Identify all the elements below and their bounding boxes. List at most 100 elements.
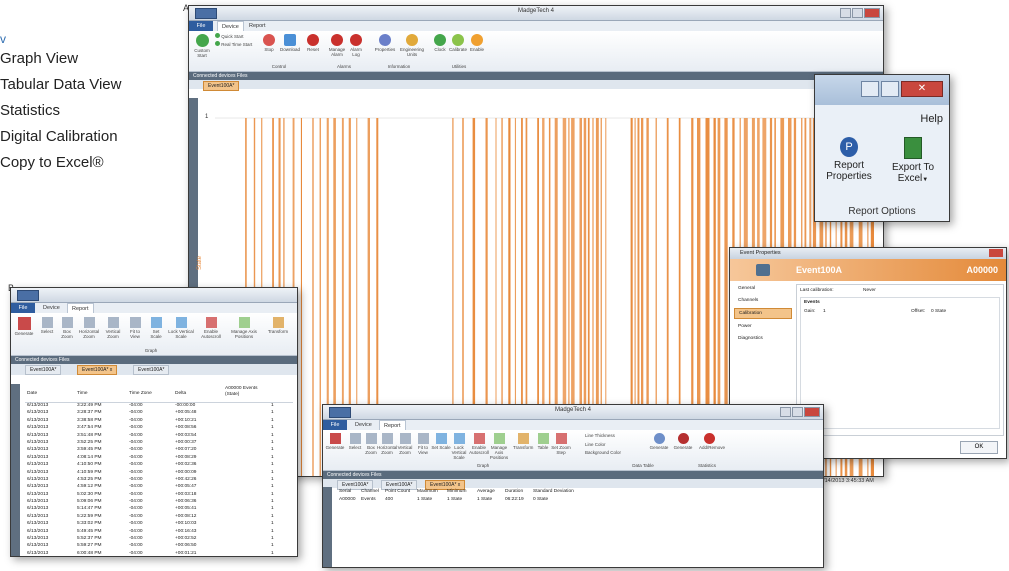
report-properties-button[interactable]: P Report Properties xyxy=(821,137,877,182)
table-row[interactable]: 6/13/2013 5:49:45 PM -04:00 +00:16:43 1 xyxy=(25,529,293,536)
connected-devices-bar[interactable]: Connected devices Files xyxy=(189,72,883,80)
stats-connected-devices-bar[interactable]: Connected devices Files xyxy=(323,471,823,479)
tabular-horizontal-zoom-button[interactable]: Horizontal Zoom xyxy=(78,317,100,339)
table-row[interactable]: 6/13/2013 3:28:37 PM -04:00 +00:05:48 1 xyxy=(25,410,293,417)
stats-ribbon-button-3[interactable]: Horizontal Zoom xyxy=(377,433,397,455)
popup-minimize-button[interactable] xyxy=(861,81,879,97)
table-row[interactable]: 6/13/2013 4:10:50 PM -04:00 +00:02:36 1 xyxy=(25,462,293,469)
nav-power[interactable]: Power xyxy=(734,322,792,331)
stats-column-header-3[interactable]: Maximum xyxy=(417,489,438,494)
enable-button[interactable]: Enable xyxy=(469,34,485,52)
stats-column-header-4[interactable]: Minimum xyxy=(447,489,466,494)
stats-ribbon-button-10[interactable]: Transform xyxy=(513,433,533,450)
stats-ribbon-button-16[interactable]: Generate xyxy=(649,433,669,450)
stats-ribbon-button-13[interactable]: Line Thickness xyxy=(585,433,635,438)
event-props-close-button[interactable] xyxy=(989,249,1003,257)
nav-general[interactable]: General xyxy=(734,284,792,293)
table-row[interactable]: 6/13/2013 4:08:14 PM -04:00 +00:08:29 1 xyxy=(25,455,293,462)
stats-row[interactable]: A00000 Events 400 1 State 1 State 1 State 06:2… xyxy=(337,497,817,505)
popup-maximize-button[interactable] xyxy=(881,81,899,97)
alarm-log-button[interactable]: Alarm Log xyxy=(347,34,365,57)
tabular-side-panel[interactable] xyxy=(11,384,20,556)
column-header-delta[interactable]: Delta xyxy=(175,391,186,396)
tabular-select-button[interactable]: Select xyxy=(38,317,56,334)
table-row[interactable]: 6/13/2013 3:52:25 PM -04:00 +00:00:37 1 xyxy=(25,440,293,447)
tabular-fit-to-view-button[interactable]: Fit to View xyxy=(126,317,144,339)
stats-column-header-6[interactable]: Duration xyxy=(505,489,523,494)
table-row[interactable]: 6/13/2013 3:38:58 PM -04:00 +00:10:21 1 xyxy=(25,418,293,425)
clock-button[interactable]: Clock xyxy=(433,34,447,52)
tabular-manage-axis-button[interactable]: Manage Axis Positions xyxy=(228,317,260,339)
tabular-tab-file[interactable]: File xyxy=(11,303,35,313)
column-header-date[interactable]: Date xyxy=(27,391,37,396)
table-row[interactable]: 6/13/2013 5:52:37 PM -04:00 +00:02:52 1 xyxy=(25,536,293,543)
nav-diagnostics[interactable]: Diagnostics xyxy=(734,334,792,343)
table-row[interactable]: 6/13/2013 6:00:48 PM -04:00 +00:01:21 1 xyxy=(25,551,293,556)
tabular-doc-tab-3[interactable]: Event100A* xyxy=(133,365,170,375)
minimize-button[interactable] xyxy=(840,8,851,18)
stats-ribbon-button-14[interactable]: Line Color xyxy=(585,442,635,447)
tabular-doc-tab-2[interactable]: Event100A* x xyxy=(77,365,118,375)
table-row[interactable]: 6/13/2013 3:59:45 PM -04:00 +00:07:20 1 xyxy=(25,447,293,454)
tabular-generate-button[interactable]: Generate xyxy=(13,317,35,336)
table-row[interactable]: 6/13/2013 4:53:25 PM -04:00 +00:42:26 1 xyxy=(25,477,293,484)
table-row[interactable]: 6/13/2013 5:02:30 PM -04:00 +00:03:18 1 xyxy=(25,492,293,499)
offset-value[interactable]: 0 State xyxy=(931,309,946,314)
tabular-vertical-zoom-button[interactable]: Vertical Zoom xyxy=(102,317,124,339)
tabular-doc-tab-1[interactable]: Event100A* xyxy=(25,365,62,375)
stats-side-panel[interactable] xyxy=(323,487,332,567)
stats-close-button[interactable] xyxy=(804,407,820,417)
calibrate-button[interactable]: Calibrate xyxy=(449,34,467,52)
tabular-box-zoom-button[interactable]: Box Zoom xyxy=(58,317,76,339)
popup-close-button[interactable]: ✕ xyxy=(901,81,943,97)
manage-alarm-button[interactable]: Manage Alarm xyxy=(327,34,347,57)
stats-tab-file[interactable]: File xyxy=(323,420,347,430)
tabular-quick-access[interactable] xyxy=(17,290,39,301)
table-row[interactable]: 6/13/2013 3:22:49 PM -04:00 -00:00:00 1 xyxy=(25,403,293,410)
table-row[interactable]: 6/13/2013 3:51:48 PM -04:00 +00:03:54 1 xyxy=(25,433,293,440)
real-time-start-button[interactable]: Real Time Start xyxy=(215,41,253,47)
tabular-set-scale-button[interactable]: Set Scale xyxy=(148,317,164,339)
stats-ribbon-button-15[interactable]: Background Color xyxy=(585,450,635,455)
close-button[interactable] xyxy=(864,8,880,18)
table-row[interactable]: 6/13/2013 5:33:02 PM -04:00 +00:10:03 1 xyxy=(25,521,293,528)
stats-ribbon-button-0[interactable]: Generate xyxy=(325,433,345,450)
tabular-lock-vertical-scale-button[interactable]: Lock Vertical Scale xyxy=(168,317,194,339)
stats-ribbon-button-17[interactable]: Generate xyxy=(673,433,693,450)
stats-ribbon-button-6[interactable]: Set Scale xyxy=(431,433,451,450)
tabular-enable-autoscroll-button[interactable]: Enable Autoscroll xyxy=(198,317,224,339)
column-header-time[interactable]: Time xyxy=(77,391,87,396)
table-row[interactable]: 6/13/2013 5:14:47 PM -04:00 +00:05:41 1 xyxy=(25,506,293,513)
tabular-transform-button[interactable]: Transform xyxy=(263,317,293,334)
reset-button[interactable]: Reset xyxy=(305,34,321,52)
nav-channels[interactable]: Channels xyxy=(734,296,792,305)
properties-button[interactable]: Properties xyxy=(373,34,397,52)
quick-start-button[interactable]: Quick Start xyxy=(215,33,249,39)
table-row[interactable]: 6/13/2013 5:59:27 PM -04:00 +00:06:50 1 xyxy=(25,543,293,550)
stats-column-header-1[interactable]: Channel xyxy=(361,489,379,494)
export-to-excel-button[interactable]: Export To Excel▼ xyxy=(883,137,943,186)
gain-value[interactable]: 1 xyxy=(823,309,826,314)
tabular-tab-device[interactable]: Device xyxy=(39,303,64,313)
table-row[interactable]: 6/13/2013 3:47:54 PM -04:00 +00:08:56 1 xyxy=(25,425,293,432)
tab-report[interactable]: Report xyxy=(245,21,270,31)
table-row[interactable]: 6/13/2013 4:10:59 PM -04:00 +00:00:09 1 xyxy=(25,470,293,477)
stats-column-header-5[interactable]: Average xyxy=(477,489,495,494)
table-row[interactable]: 6/13/2013 4:59:12 PM -04:00 +00:05:47 1 xyxy=(25,484,293,491)
nav-calibration[interactable]: Calibration xyxy=(734,308,792,319)
download-button[interactable]: Download xyxy=(279,34,301,52)
tabular-connected-devices-bar[interactable]: Connected devices Files xyxy=(11,356,297,364)
custom-start-button[interactable]: Custom Start xyxy=(193,34,211,58)
maximize-button[interactable] xyxy=(852,8,863,18)
stats-ribbon-button-18[interactable]: Add/Remove xyxy=(699,433,725,450)
stats-column-header-2[interactable]: Point Count xyxy=(385,489,410,494)
tab-file[interactable]: File xyxy=(189,21,213,31)
column-header-time-zone[interactable]: Time Zone xyxy=(129,391,152,396)
stats-ribbon-button-4[interactable]: Vertical Zoom xyxy=(395,433,415,455)
stats-ribbon-button-9[interactable]: Manage Axis Positions xyxy=(489,433,509,460)
ok-button[interactable]: OK xyxy=(960,441,998,454)
table-row[interactable]: 6/13/2013 5:09:06 PM -04:00 +00:06:36 1 xyxy=(25,499,293,506)
stats-ribbon-button-11[interactable]: Table xyxy=(533,433,553,450)
stats-ribbon-button-12[interactable]: Set Zoom Step xyxy=(551,433,571,455)
stats-minimize-button[interactable] xyxy=(780,407,791,417)
